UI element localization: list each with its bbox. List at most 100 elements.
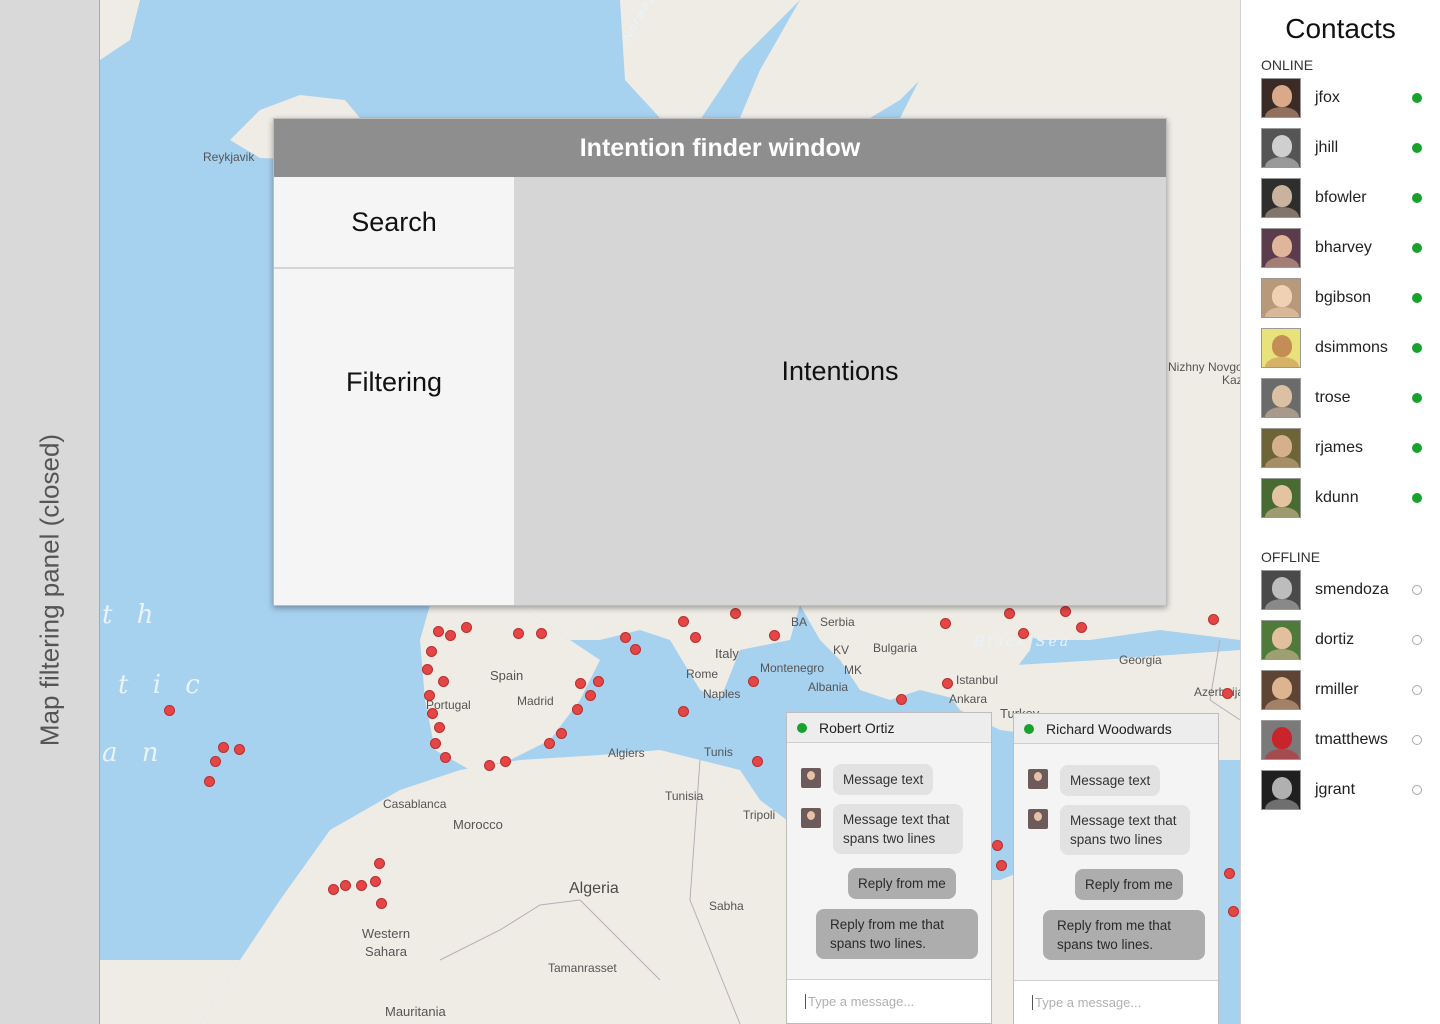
intention-marker[interactable] xyxy=(690,632,701,643)
contact-row[interactable]: rjames xyxy=(1241,423,1440,473)
place-label: KV xyxy=(833,643,850,657)
intention-marker[interactable] xyxy=(484,760,495,771)
contact-row[interactable]: dortiz xyxy=(1241,615,1440,665)
avatar xyxy=(1261,670,1301,710)
place-label: Tamanrasset xyxy=(548,961,617,975)
contact-row[interactable]: smendoza xyxy=(1241,565,1440,615)
intention-marker[interactable] xyxy=(748,676,759,687)
intention-marker[interactable] xyxy=(1076,622,1087,633)
intention-marker[interactable] xyxy=(1224,868,1235,879)
intention-marker[interactable] xyxy=(575,678,586,689)
intention-marker[interactable] xyxy=(513,628,524,639)
offline-status-icon xyxy=(1412,735,1422,745)
intention-marker[interactable] xyxy=(340,880,351,891)
intention-marker[interactable] xyxy=(370,876,381,887)
place-label: Ankara xyxy=(949,692,988,706)
place-label: Morocco xyxy=(453,817,503,832)
intention-marker[interactable] xyxy=(1004,608,1015,619)
contact-row[interactable]: kdunn xyxy=(1241,473,1440,523)
intention-marker[interactable] xyxy=(500,756,511,767)
avatar xyxy=(1261,570,1301,610)
search-section[interactable]: Search xyxy=(274,177,514,269)
intention-marker[interactable] xyxy=(1208,614,1219,625)
intention-marker[interactable] xyxy=(585,690,596,701)
avatar xyxy=(1261,478,1301,518)
intention-marker[interactable] xyxy=(204,776,215,787)
ocean-label: t i c xyxy=(118,670,208,700)
intention-marker[interactable] xyxy=(544,738,555,749)
intention-marker[interactable] xyxy=(556,728,567,739)
place-label: BA xyxy=(791,615,808,629)
contact-name: tmatthews xyxy=(1315,731,1388,748)
contact-row[interactable]: bgibson xyxy=(1241,273,1440,323)
place-label: Mauritania xyxy=(385,1004,446,1019)
intention-marker[interactable] xyxy=(218,742,229,753)
intention-marker[interactable] xyxy=(461,622,472,633)
chat-header[interactable]: Richard Woodwards xyxy=(1014,714,1218,744)
contact-row[interactable]: jfox xyxy=(1241,73,1440,123)
intention-marker[interactable] xyxy=(356,880,367,891)
intention-marker[interactable] xyxy=(630,644,641,655)
contact-row[interactable]: tmatthews xyxy=(1241,715,1440,765)
intention-marker[interactable] xyxy=(427,708,438,719)
offline-status-icon xyxy=(1412,585,1422,595)
intention-marker[interactable] xyxy=(422,664,433,675)
contact-row[interactable]: jgrant xyxy=(1241,765,1440,815)
intention-marker[interactable] xyxy=(678,706,689,717)
intention-marker[interactable] xyxy=(438,676,449,687)
intention-marker[interactable] xyxy=(942,678,953,689)
message-input-placeholder: Type a message... xyxy=(805,994,914,1009)
chat-window[interactable]: Richard Woodwards Message text Message t… xyxy=(1013,713,1219,1024)
intention-marker[interactable] xyxy=(434,722,445,733)
chat-header[interactable]: Robert Ortiz xyxy=(787,713,991,743)
intention-marker[interactable] xyxy=(593,676,604,687)
incoming-message: Message text that spans two lines xyxy=(1060,805,1190,855)
intention-marker[interactable] xyxy=(620,632,631,643)
chat-messages: Message text Message text that spans two… xyxy=(1014,745,1218,981)
intention-marker[interactable] xyxy=(992,840,1003,851)
message-input[interactable]: Type a message... xyxy=(1014,980,1218,1024)
filtering-section[interactable]: Filtering xyxy=(274,271,514,605)
intention-marker[interactable] xyxy=(234,744,245,755)
contact-row[interactable]: bfowler xyxy=(1241,173,1440,223)
contact-row[interactable]: rmiller xyxy=(1241,665,1440,715)
chat-window[interactable]: Robert Ortiz Message text Message text t… xyxy=(786,712,992,1024)
intention-marker[interactable] xyxy=(430,738,441,749)
intention-marker[interactable] xyxy=(730,608,741,619)
intention-marker[interactable] xyxy=(376,898,387,909)
intention-marker[interactable] xyxy=(164,705,175,716)
intention-marker[interactable] xyxy=(1222,688,1233,699)
intention-marker[interactable] xyxy=(572,704,583,715)
intention-marker[interactable] xyxy=(424,690,435,701)
map-filtering-panel[interactable]: Map filtering panel (closed) xyxy=(0,0,100,1024)
intention-marker[interactable] xyxy=(445,630,456,641)
intention-marker[interactable] xyxy=(1018,628,1029,639)
place-label: Azerbaijan xyxy=(1194,685,1240,699)
chat-messages: Message text Message text that spans two… xyxy=(787,744,991,980)
intention-marker[interactable] xyxy=(374,858,385,869)
intention-marker[interactable] xyxy=(426,646,437,657)
message-input[interactable]: Type a message... xyxy=(787,979,991,1023)
avatar xyxy=(1028,809,1048,829)
intention-marker[interactable] xyxy=(752,756,763,767)
intention-marker[interactable] xyxy=(996,860,1007,871)
intentions-list[interactable]: Intentions xyxy=(514,177,1166,605)
intention-marker[interactable] xyxy=(678,616,689,627)
intention-marker[interactable] xyxy=(896,694,907,705)
intention-marker[interactable] xyxy=(1060,606,1071,617)
intention-marker[interactable] xyxy=(328,884,339,895)
intention-marker[interactable] xyxy=(1228,906,1239,917)
contact-row[interactable]: trose xyxy=(1241,373,1440,423)
contact-row[interactable]: bharvey xyxy=(1241,223,1440,273)
intention-marker[interactable] xyxy=(940,618,951,629)
place-label: Bulgaria xyxy=(873,641,918,655)
contact-row[interactable]: jhill xyxy=(1241,123,1440,173)
intention-marker[interactable] xyxy=(440,752,451,763)
intention-marker[interactable] xyxy=(210,756,221,767)
ocean-label: t h xyxy=(102,600,162,630)
contact-row[interactable]: dsimmons xyxy=(1241,323,1440,373)
intention-marker[interactable] xyxy=(769,630,780,641)
outgoing-message: Reply from me xyxy=(848,868,956,899)
intention-marker[interactable] xyxy=(536,628,547,639)
intention-marker[interactable] xyxy=(433,626,444,637)
